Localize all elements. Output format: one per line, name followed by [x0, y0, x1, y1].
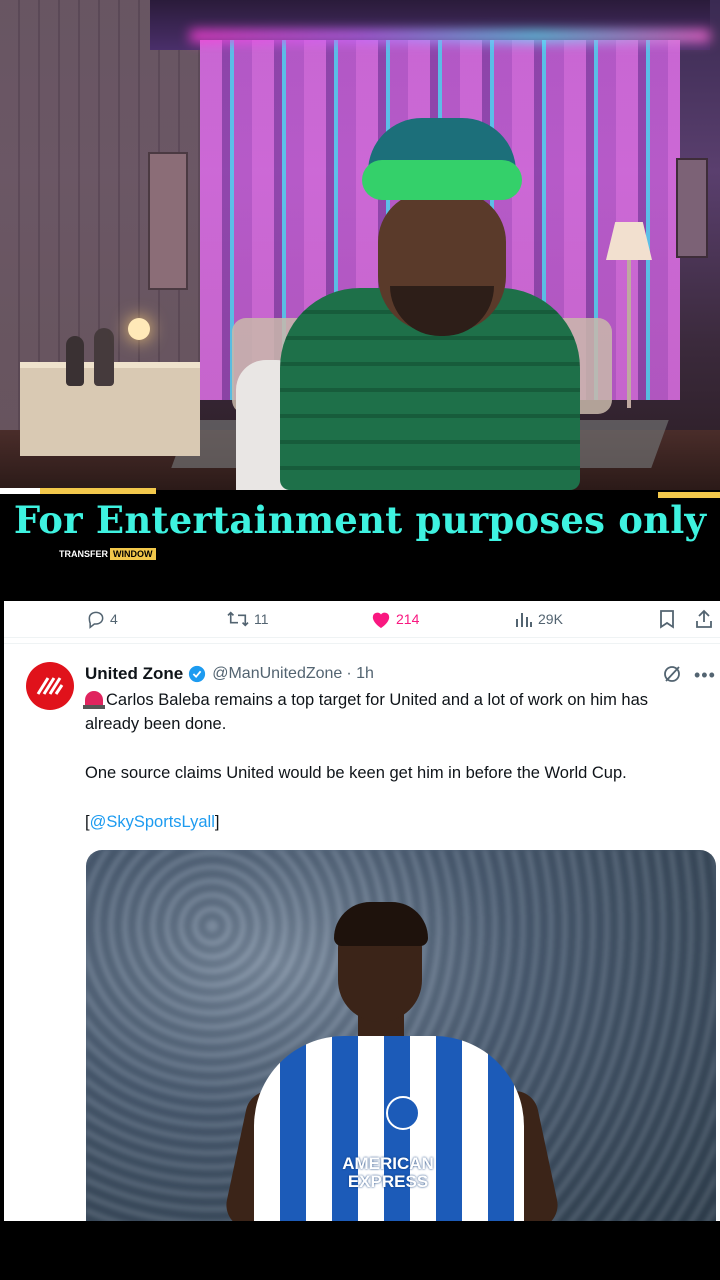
reply-button[interactable]: 4 — [86, 609, 118, 629]
share-icon — [696, 609, 712, 628]
reply-count: 4 — [110, 611, 118, 627]
bookmark-button[interactable] — [658, 609, 676, 629]
vase — [66, 336, 84, 386]
avatar[interactable] — [26, 662, 74, 710]
siren-emoji-icon — [83, 691, 105, 709]
united-zone-logo-icon — [36, 677, 64, 695]
presenter — [236, 110, 580, 490]
views-count: 29K — [538, 611, 563, 627]
tweet-image[interactable]: AMERICAN EXPRESS — [86, 850, 716, 1221]
candle-light — [128, 318, 150, 340]
grok-icon[interactable] — [662, 664, 682, 689]
views-chart-icon — [516, 613, 532, 627]
tweet-time[interactable]: · 1h — [346, 665, 374, 683]
badge-text-transfer: TRANSFER — [57, 548, 110, 560]
jersey-sponsor-text: AMERICAN EXPRESS — [342, 1154, 434, 1191]
video-frame — [0, 0, 720, 490]
tweet-text-content: Carlos Baleba remains a top target for U… — [85, 691, 649, 733]
author-name[interactable]: United Zone — [85, 664, 183, 684]
like-button[interactable]: 214 — [370, 609, 419, 629]
badge-text-window: WINDOW — [110, 548, 156, 560]
tweet-header: United Zone @ManUnitedZone · 1h — [85, 664, 374, 684]
vase — [94, 328, 114, 386]
presenter-hat-band — [362, 160, 522, 200]
like-count: 214 — [396, 611, 420, 627]
tweet-text-line1: Carlos Baleba remains a top target for U… — [83, 688, 705, 736]
wall-art — [148, 152, 188, 290]
retweet-button[interactable]: 11 — [226, 609, 269, 629]
bookmark-icon — [660, 610, 674, 629]
heart-icon — [372, 612, 390, 629]
club-crest-icon — [386, 1096, 420, 1130]
player-jersey — [254, 1036, 524, 1221]
author-handle[interactable]: @ManUnitedZone — [212, 665, 342, 683]
neon-glow — [190, 30, 710, 42]
wall-art — [676, 158, 708, 258]
more-options-icon[interactable]: ••• — [694, 665, 716, 686]
player-hair — [334, 902, 428, 946]
tweet-source: [@SkySportsLyall] — [85, 810, 705, 834]
divider — [4, 643, 720, 644]
accent-bar-highlight — [0, 488, 40, 494]
views-button[interactable]: 29K — [514, 609, 563, 629]
retweet-icon — [227, 611, 249, 627]
overlay-title: For Entertainment purposes only — [13, 498, 707, 542]
tweet-text-line2: One source claims United would be keen g… — [85, 764, 627, 782]
retweet-count: 11 — [254, 611, 269, 627]
tweet-card: 4 11 214 29K United Zone @ManUnitedZone … — [4, 601, 720, 1221]
action-bar: 4 11 214 29K — [4, 601, 720, 638]
transfer-window-badge: TRANSFER WINDOW — [57, 548, 156, 560]
reply-icon — [88, 611, 104, 629]
lamp-pole — [627, 260, 631, 408]
share-button[interactable] — [694, 609, 714, 629]
verified-badge-icon — [188, 665, 206, 683]
source-mention-link[interactable]: @SkySportsLyall — [90, 813, 215, 831]
source-bracket-close: ] — [214, 813, 220, 831]
